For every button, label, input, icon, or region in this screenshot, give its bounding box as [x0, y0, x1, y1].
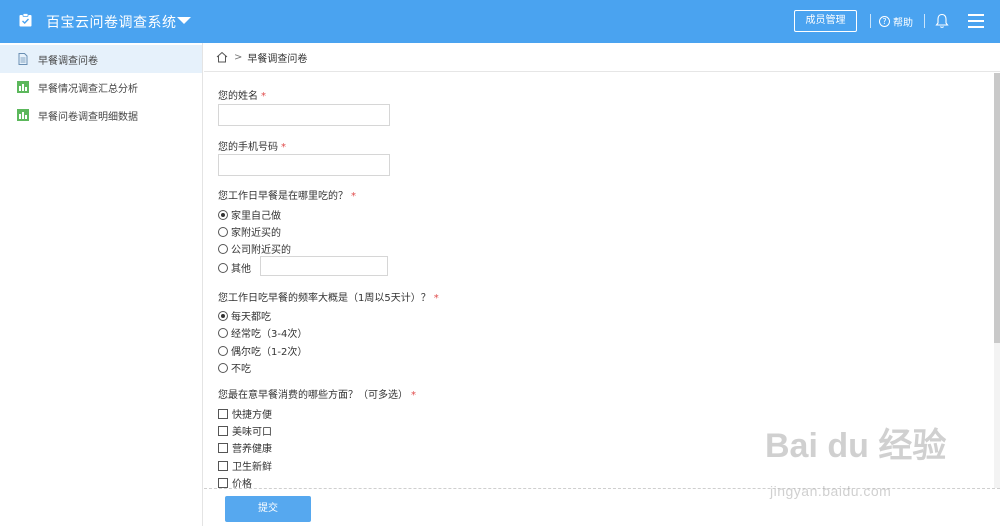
- required-marker: *: [281, 142, 286, 153]
- bell-icon[interactable]: [935, 13, 949, 29]
- required-marker: *: [351, 191, 356, 202]
- header-divider: [870, 14, 871, 28]
- name-input[interactable]: [218, 104, 390, 126]
- question-priorities-label: 您最在意早餐消费的哪些方面？（可多选） *: [218, 390, 416, 401]
- checkbox[interactable]: [218, 442, 228, 453]
- required-marker: *: [261, 91, 266, 102]
- radio-option-near-home[interactable]: 家附近买的: [218, 224, 281, 239]
- radio-option-other[interactable]: 其他: [218, 260, 251, 275]
- vertical-scrollbar[interactable]: [994, 73, 1000, 488]
- breadcrumb-current[interactable]: 早餐调查问卷: [247, 50, 307, 65]
- radio-button[interactable]: [218, 345, 228, 356]
- members-management-button[interactable]: 成员管理: [794, 10, 857, 32]
- radio-button[interactable]: [218, 209, 228, 220]
- radio-button[interactable]: [218, 310, 228, 321]
- checkbox[interactable]: [218, 425, 228, 436]
- app-title[interactable]: 百宝云问卷调查系统: [46, 12, 177, 32]
- breadcrumb-separator: >: [234, 51, 243, 63]
- top-header: 百宝云问卷调查系统 成员管理 ? 帮助: [0, 0, 1000, 43]
- radio-option-often[interactable]: 经常吃（3-4次）: [218, 325, 307, 340]
- question-location-label: 您工作日早餐是在哪里吃的？ *: [218, 191, 356, 202]
- radio-option-never[interactable]: 不吃: [218, 360, 251, 375]
- sidebar-item-label: 早餐问卷调查明细数据: [38, 111, 138, 123]
- other-location-input[interactable]: [260, 256, 388, 276]
- question-phone-label: 您的手机号码 *: [218, 142, 286, 153]
- checkbox-option-price[interactable]: 价格: [218, 475, 252, 488]
- radio-button[interactable]: [218, 327, 228, 338]
- radio-button[interactable]: [218, 243, 228, 254]
- caret-down-icon[interactable]: [177, 17, 191, 24]
- bar-chart-icon: [17, 109, 29, 121]
- question-frequency-label: 您工作日吃早餐的频率大概是（1周以5天计）？ *: [218, 293, 439, 304]
- home-icon[interactable]: [216, 51, 228, 63]
- help-link[interactable]: ? 帮助: [879, 14, 913, 29]
- checkbox-option-taste[interactable]: 美味可口: [218, 423, 272, 438]
- submit-button[interactable]: 提交: [225, 496, 311, 522]
- sidebar-item-survey[interactable]: 早餐调查问卷: [0, 45, 202, 73]
- sidebar: 早餐调查问卷 早餐情况调查汇总分析 早餐问卷调查明细数据: [0, 43, 203, 526]
- sidebar-item-detail-data[interactable]: 早餐问卷调查明细数据: [0, 101, 202, 129]
- checkbox-option-hygiene[interactable]: 卫生新鲜: [218, 458, 272, 473]
- radio-option-sometimes[interactable]: 偶尔吃（1-2次）: [218, 343, 307, 358]
- help-label: 帮助: [893, 18, 913, 29]
- question-name-label: 您的姓名 *: [218, 91, 266, 102]
- radio-option-home[interactable]: 家里自己做: [218, 207, 281, 222]
- checkbox-option-convenience[interactable]: 快捷方便: [218, 406, 272, 421]
- baidu-watermark-url: jingyan.baidu.com: [770, 483, 892, 499]
- required-marker: *: [411, 390, 416, 401]
- checkbox[interactable]: [218, 477, 228, 488]
- hamburger-menu-icon[interactable]: [968, 14, 984, 28]
- radio-button[interactable]: [218, 262, 228, 273]
- scrollbar-thumb[interactable]: [994, 73, 1000, 343]
- sidebar-item-label: 早餐情况调查汇总分析: [38, 83, 138, 95]
- question-circle-icon: ?: [879, 16, 890, 27]
- sidebar-item-summary-analysis[interactable]: 早餐情况调查汇总分析: [0, 73, 202, 101]
- clipboard-check-icon: [19, 13, 32, 27]
- bar-chart-icon: [17, 81, 29, 93]
- checkbox[interactable]: [218, 408, 228, 419]
- baidu-watermark: Bai du 经验: [765, 427, 947, 465]
- checkbox-option-nutrition[interactable]: 营养健康: [218, 440, 272, 455]
- radio-option-daily[interactable]: 每天都吃: [218, 308, 271, 323]
- header-divider: [924, 14, 925, 28]
- document-icon: [18, 53, 28, 65]
- required-marker: *: [433, 293, 439, 304]
- checkbox[interactable]: [218, 460, 228, 471]
- sidebar-item-label: 早餐调查问卷: [38, 55, 98, 67]
- radio-button[interactable]: [218, 362, 228, 373]
- breadcrumb: > 早餐调查问卷: [204, 43, 1000, 72]
- radio-button[interactable]: [218, 226, 228, 237]
- radio-option-near-office[interactable]: 公司附近买的: [218, 241, 291, 256]
- phone-input[interactable]: [218, 154, 390, 176]
